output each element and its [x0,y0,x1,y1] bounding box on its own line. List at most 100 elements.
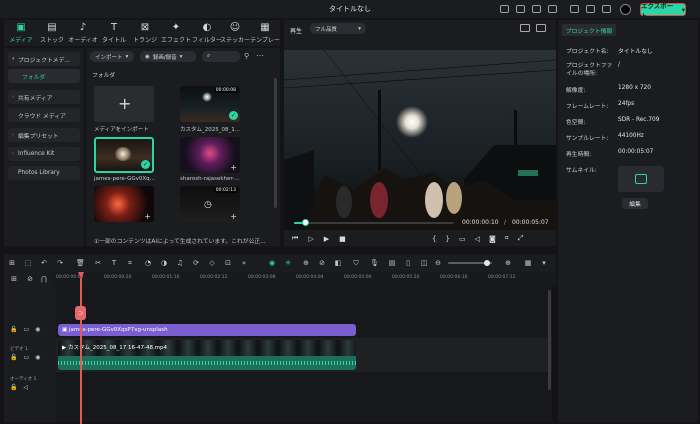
zoom-slider[interactable] [448,260,492,266]
link-icon[interactable]: ⊘ [26,275,34,283]
folder-icon[interactable]: ▭ [23,326,29,333]
record-dropdown[interactable]: ◉ 録画/録音 ▾ [140,51,196,62]
link-icon[interactable]: ⊘ [318,259,326,267]
speed-icon[interactable]: ◔ [144,259,152,267]
import-dropdown[interactable]: インポート ▾ [90,51,134,62]
scissors-icon[interactable]: ✂ [94,259,102,267]
effect-icon[interactable]: ⊕ [302,259,310,267]
notification-icon[interactable] [602,5,611,13]
volume-icon[interactable]: ◁ [475,235,480,243]
more-icon[interactable]: » [240,259,248,267]
tab-title[interactable]: T タイトル [97,21,131,45]
magnet-icon[interactable]: ⋂ [40,275,48,283]
media-thumb[interactable]: 00:02:13 ◷ + [180,186,240,222]
tab-audio[interactable]: ♪ オーディオ [66,21,100,45]
quality-dropdown[interactable]: フル品質 ▾ [310,23,366,34]
sidebar-item-project-media[interactable]: ▾ プロジェクトメデ... [8,52,80,66]
player-tab[interactable]: 再生 [290,26,302,35]
playhead-marker[interactable]: ⊃ [75,306,86,320]
media-thumb[interactable]: 00:00:08 ✓ [180,86,240,122]
color-icon[interactable]: ◑ [160,259,168,267]
ai-icon[interactable]: ✳ [284,259,292,267]
snapshot-icon[interactable] [520,24,530,32]
layout-icon[interactable] [532,5,541,13]
tab-sticker[interactable]: ☺ ステッカー [218,21,252,45]
more-icon[interactable]: ⋯ [256,51,264,60]
headset-icon[interactable] [570,5,579,13]
render-icon[interactable]: ◧ [334,259,342,267]
mark-in-icon[interactable]: { [432,235,436,243]
audio-icon[interactable]: ♫ [176,259,184,267]
image-icon[interactable] [536,24,546,32]
snap-icon[interactable]: ◉ [268,259,276,267]
export-button[interactable]: エクスポート ▾ [640,2,686,20]
zoom-slider-handle[interactable] [484,260,490,266]
clip-icon[interactable]: ▤ [388,259,396,267]
layout-icon[interactable]: ▦ [524,259,532,267]
scrollbar[interactable] [548,290,551,390]
volume-icon[interactable]: ◁ [23,384,28,391]
timeline-ruler[interactable]: 00:00:00:00 00:00:00:20 00:00:01:16 00:0… [52,272,556,286]
tab-media[interactable]: ▣ メディア [4,21,38,45]
grid-icon[interactable] [586,5,595,13]
grid-icon[interactable]: ⊞ [8,259,16,267]
media-thumb[interactable]: + [180,137,240,173]
mark-out-icon[interactable]: } [445,235,449,243]
search-input[interactable]: ⌕ [202,51,240,62]
image-clip[interactable]: ▣ james-pere-GGv0XqsP7xg-unsplash [58,324,356,336]
display-icon[interactable]: ▭ [459,235,466,243]
keyframe-icon[interactable]: ◇ [208,259,216,267]
tab-template[interactable]: ▦ テンプレー [248,21,282,45]
sidebar-item-photos-library[interactable]: Photos Library [8,166,80,180]
sidebar-item-presets[interactable]: › 編集プリセット [8,128,80,142]
text-icon[interactable]: T [110,259,118,267]
tab-stock[interactable]: ▤ ストック [35,21,69,45]
stabilize-icon[interactable]: ⊡ [224,259,232,267]
progress-track[interactable] [294,219,454,226]
lock-icon[interactable]: 🔓 [10,384,17,391]
sidebar-item-cloud-media[interactable]: クラウド メディア [8,108,80,122]
send-icon[interactable] [516,5,525,13]
camera-icon[interactable]: ◙ [489,235,496,243]
select-icon[interactable]: ⬚ [24,259,32,267]
sidebar-item-shared-media[interactable]: › 共有メディア [8,90,80,104]
fullscreen-icon[interactable]: ⤢ [518,234,524,243]
lock-icon[interactable]: 🔓 [10,354,17,361]
save-icon[interactable] [548,5,557,13]
play-icon[interactable]: ▶ [324,235,329,243]
delete-icon[interactable]: 🗑 [76,259,85,267]
sidebar-item-influence-kit[interactable]: › Influence Kit [8,147,80,161]
playhead-line[interactable] [80,278,82,424]
zoom-out-icon[interactable]: ⊖ [434,259,442,267]
media-thumb-selected[interactable]: ✓ [94,137,154,173]
crop-icon[interactable]: ⌗ [126,259,134,267]
sidebar-item-folder[interactable]: フォルダ [8,69,80,83]
tab-project-info[interactable]: プロジェクト情報 [562,24,616,36]
chevron-down-icon[interactable]: ▾ [540,259,548,267]
crop-icon[interactable]: ⌗ [505,234,509,243]
edit-button[interactable]: 編集 [622,198,648,209]
zoom-in-icon[interactable]: ⊕ [504,259,512,267]
eye-icon[interactable]: ◉ [35,354,40,361]
marker-icon[interactable]: ▯ [404,259,412,267]
eye-icon[interactable]: ◉ [35,326,40,333]
play-back-icon[interactable]: ▷ [308,235,313,243]
ai-clip-icon[interactable]: ◫ [420,259,428,267]
add-track-icon[interactable]: ⊞ [10,275,18,283]
lock-icon[interactable]: 🔓 [10,326,17,333]
import-media-tile[interactable]: + [94,86,154,122]
filter-icon[interactable]: ⚲ [244,52,249,60]
step-back-icon[interactable]: ⏮ [292,234,298,243]
media-thumb[interactable]: + [94,186,154,222]
gift-icon[interactable] [500,5,509,13]
avatar[interactable] [620,4,631,15]
thumbnail-preview[interactable] [618,166,664,192]
scrollbar[interactable] [274,78,277,208]
tab-effects[interactable]: ✦ エフェクト [159,21,193,45]
tab-transition[interactable]: ⊠ トランジ [128,21,162,45]
stop-icon[interactable]: ■ [339,235,346,243]
shield-icon[interactable]: ⛉ [352,259,360,267]
mic-icon[interactable]: 🎙 [370,259,379,267]
undo-icon[interactable]: ↶ [40,259,48,267]
redo-icon[interactable]: ↷ [56,259,64,267]
